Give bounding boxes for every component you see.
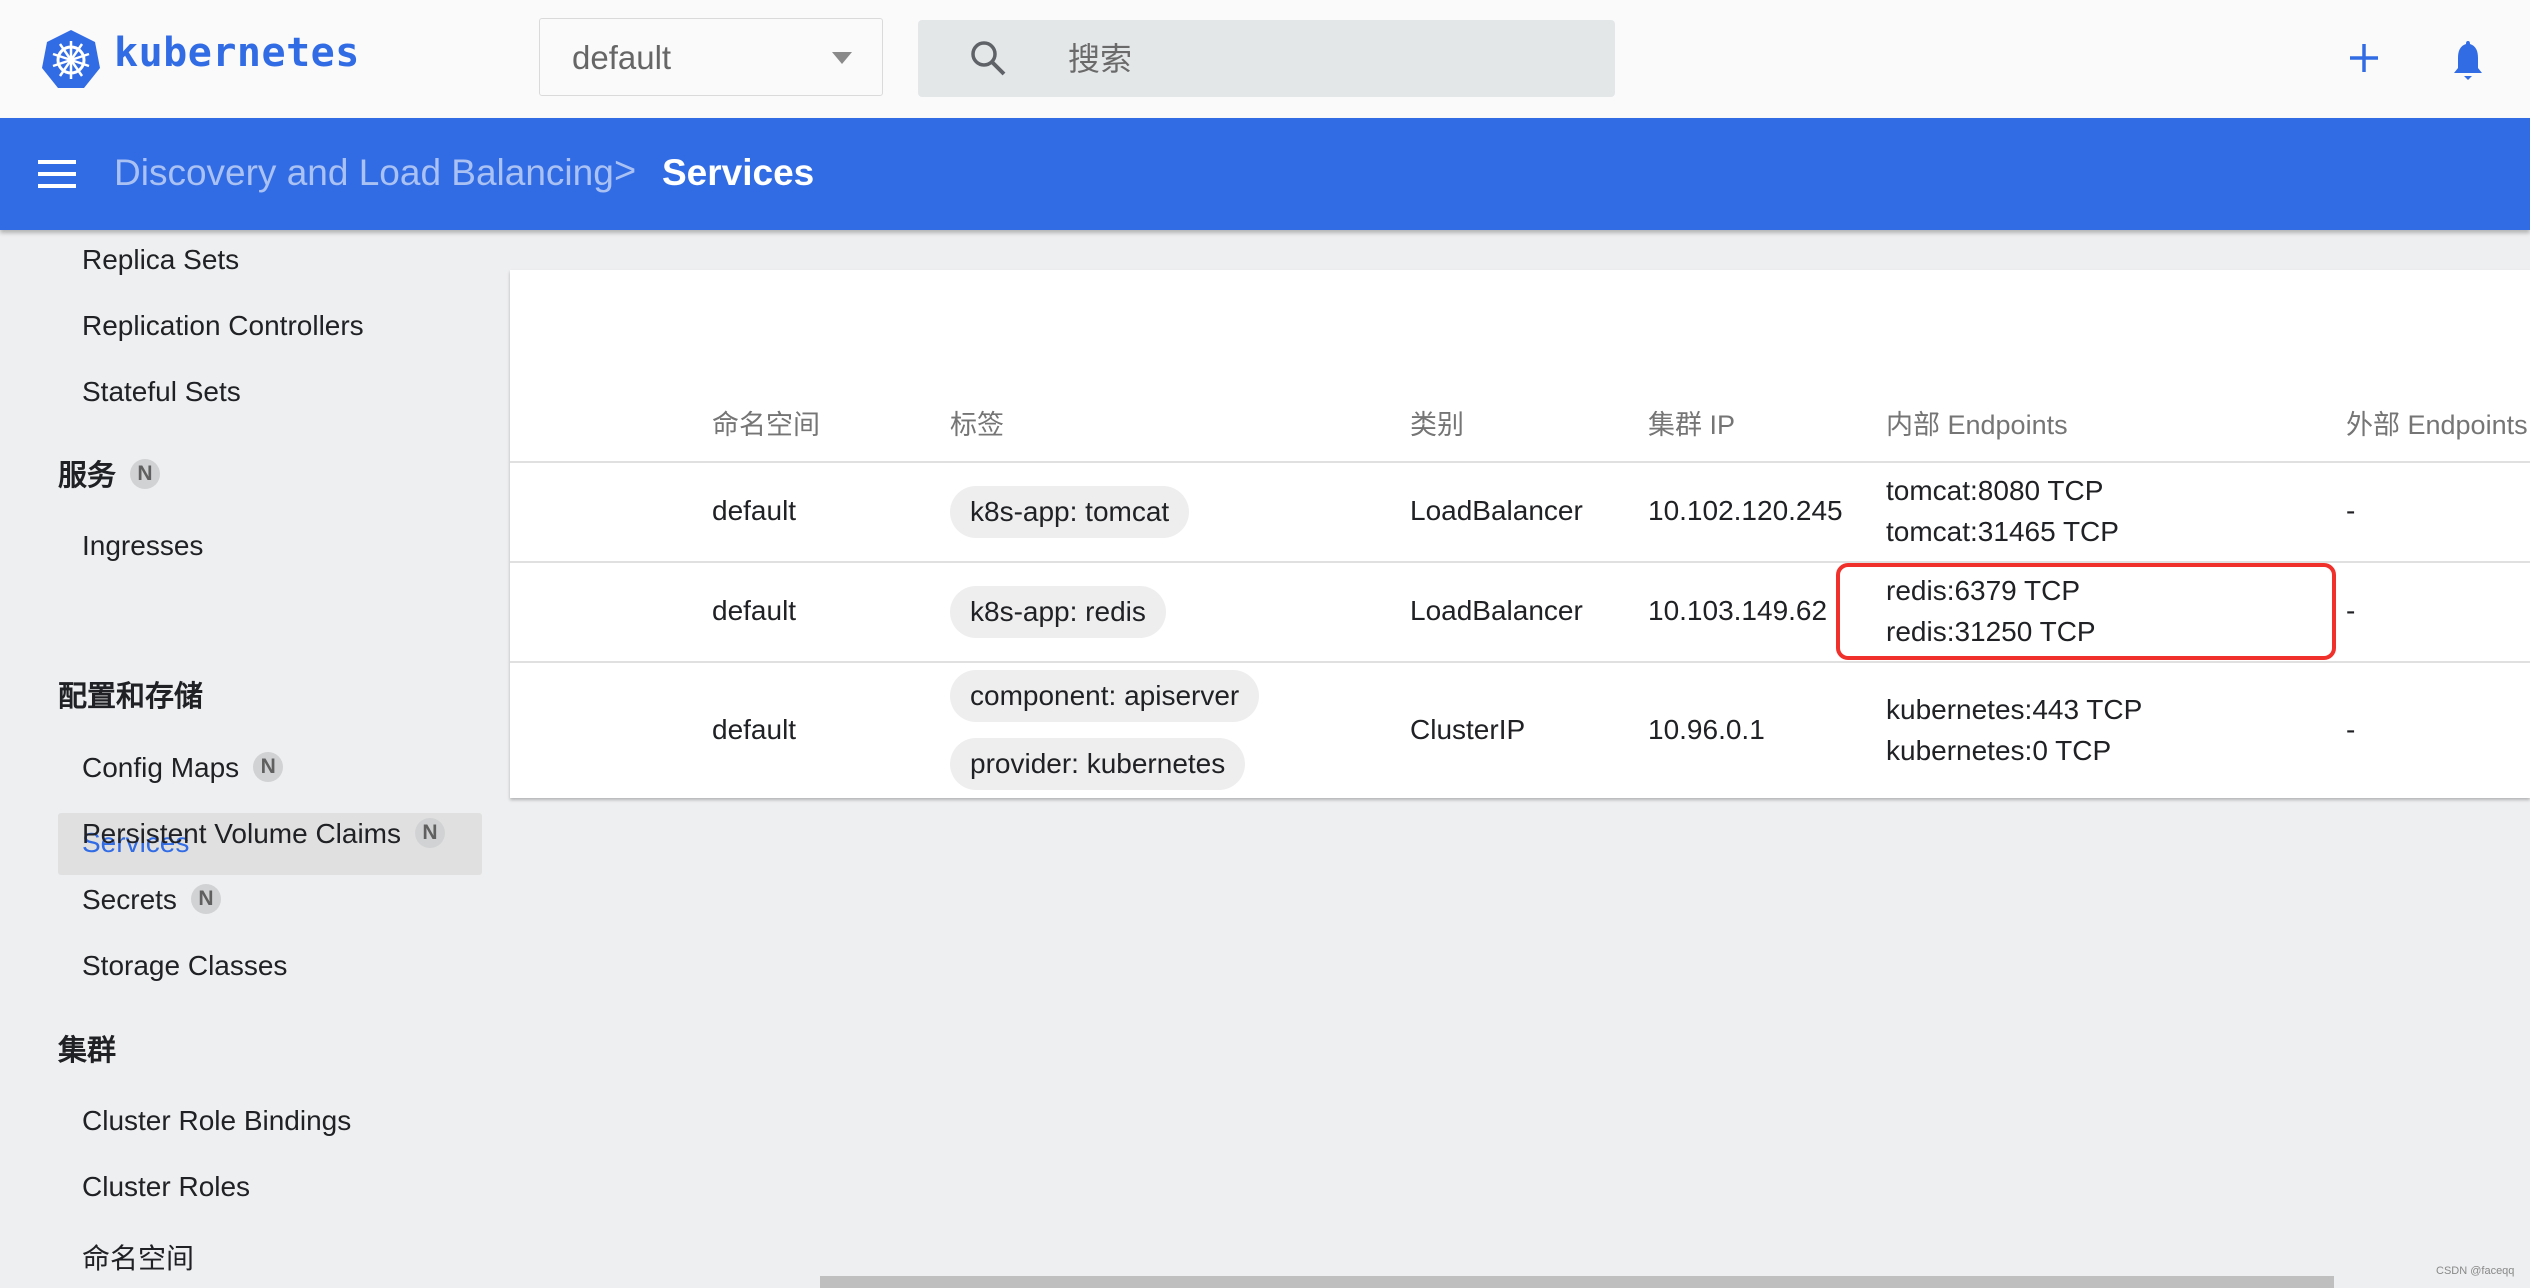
sidebar-item-label: Cluster Roles (82, 1171, 251, 1202)
endpoint: kubernetes:0 TCP (1886, 735, 2112, 766)
sidebar-section-label: 集群 (58, 1035, 117, 1067)
cell-type: LoadBalancer (1410, 595, 1583, 626)
services-table: 命名空间 标签 类别 集群 IP 内部 Endpoints 外部 Endpoin… (510, 270, 2530, 798)
sidebar-section-service[interactable]: 服务 N (58, 452, 161, 494)
column-header-namespace[interactable]: 命名空间 (712, 403, 820, 442)
brand-name[interactable]: kubernetes (114, 30, 360, 76)
search-icon (971, 41, 1006, 76)
sidebar-item-ingresses[interactable]: Ingresses (82, 530, 203, 562)
sidebar-item-label: Replica Sets (82, 244, 240, 275)
sidebar-item-namespaces[interactable]: 命名空间 (82, 1237, 194, 1277)
cell-external-endpoints: - (2346, 495, 2356, 526)
label-chip: k8s-app: tomcat (950, 486, 1190, 538)
watermark: CSDN @faceqq (2436, 1265, 2515, 1277)
search-input[interactable] (1066, 34, 1590, 84)
search-box[interactable] (918, 20, 1615, 97)
label-chip: provider: kubernetes (950, 738, 1246, 790)
sidebar-item-secrets[interactable]: Secrets N (82, 883, 221, 917)
cell-internal-endpoints: kubernetes:443 TCP kubernetes:0 TCP (1886, 689, 2142, 771)
column-header-labels: 标签 (950, 410, 1004, 440)
plus-icon[interactable] (2344, 38, 2384, 78)
sidebar-item-label: Secrets (82, 884, 177, 915)
chevron-right-icon: > (614, 150, 637, 192)
sidebar-item-storage-classes[interactable]: Storage Classes (82, 950, 287, 982)
endpoint: tomcat:8080 TCP (1886, 475, 2104, 506)
sidebar-item-replica-sets[interactable]: Replica Sets (82, 244, 239, 276)
sidebar-section-cluster[interactable]: 集群 (58, 1027, 116, 1069)
cell-type: ClusterIP (1410, 714, 1526, 745)
sidebar-item-label: Config Maps (82, 752, 240, 783)
cell-cluster-ip: 10.102.120.245 (1648, 495, 1843, 526)
sidebar-item-persistent-volume-claims[interactable]: Persistent Volume Claims N (82, 817, 446, 851)
row-divider (510, 661, 2530, 663)
hamburger-menu-icon[interactable] (38, 160, 76, 188)
column-header-cluster-ip: 集群 IP (1648, 410, 1736, 440)
cell-namespace: default (712, 595, 797, 626)
label-chip: k8s-app: redis (950, 586, 1166, 638)
sidebar-item-label: Cluster Role Bindings (82, 1105, 352, 1136)
cell-namespace: default (712, 495, 797, 526)
sidebar-section-config-storage[interactable]: 配置和存储 (58, 673, 203, 715)
cell-type: LoadBalancer (1410, 495, 1583, 526)
namespaced-badge: N (253, 751, 284, 782)
sidebar-item-config-maps[interactable]: Config Maps N (82, 751, 284, 785)
column-header-internal-endpoints: 内部 Endpoints (1886, 410, 2068, 440)
column-header-external-endpoints: 外部 Endpoints (2346, 410, 2528, 440)
cell-internal-endpoints: tomcat:8080 TCP tomcat:31465 TCP (1886, 470, 2119, 552)
sidebar: Replica Sets Replication Controllers Sta… (0, 230, 510, 1288)
sidebar-item-label: Storage Classes (82, 950, 288, 981)
sidebar-item-replication-controllers[interactable]: Replication Controllers (82, 310, 364, 342)
namespace-select[interactable]: default (539, 18, 883, 96)
top-bar: kubernetes default (0, 0, 2530, 118)
namespaced-badge: N (415, 817, 446, 848)
sidebar-section-label: 配置和存储 (58, 681, 204, 713)
endpoint: tomcat:31465 TCP (1886, 516, 2119, 547)
caret-down-icon (832, 52, 852, 64)
breadcrumb-parent[interactable]: Discovery and Load Balancing (114, 152, 614, 194)
sidebar-item-cluster-role-bindings[interactable]: Cluster Role Bindings (82, 1105, 351, 1137)
sidebar-item-label: Ingresses (82, 530, 204, 561)
sidebar-item-cluster-roles[interactable]: Cluster Roles (82, 1171, 250, 1203)
cell-external-endpoints: - (2346, 714, 2356, 745)
namespace-select-value: default (572, 39, 672, 76)
sidebar-item-stateful-sets[interactable]: Stateful Sets (82, 376, 241, 408)
highlight-annotation-box (1836, 563, 2336, 660)
kubernetes-wheel-icon[interactable] (40, 28, 102, 90)
cell-external-endpoints: - (2346, 595, 2356, 626)
sidebar-item-label: 命名空间 (82, 1243, 195, 1274)
breadcrumb-bar: Discovery and Load Balancing > Services (0, 118, 2530, 230)
cell-namespace: default (712, 714, 797, 745)
bell-icon[interactable] (2448, 38, 2488, 82)
cell-cluster-ip: 10.96.0.1 (1648, 714, 1765, 745)
label-chip: component: apiserver (950, 670, 1260, 722)
namespaced-badge: N (190, 883, 221, 914)
sidebar-item-label: Replication Controllers (82, 310, 364, 341)
sidebar-item-label: Stateful Sets (82, 376, 241, 407)
header-divider (510, 461, 2530, 463)
namespaced-badge: N (130, 459, 161, 490)
sidebar-item-label: Persistent Volume Claims (82, 818, 402, 849)
column-header-type: 类别 (1410, 410, 1464, 440)
horizontal-scrollbar[interactable] (820, 1276, 2334, 1288)
sidebar-section-label: 服务 (58, 460, 117, 492)
page-title: Services (662, 152, 815, 193)
endpoint: kubernetes:443 TCP (1886, 694, 2143, 725)
cell-cluster-ip: 10.103.149.62 (1648, 595, 1828, 626)
